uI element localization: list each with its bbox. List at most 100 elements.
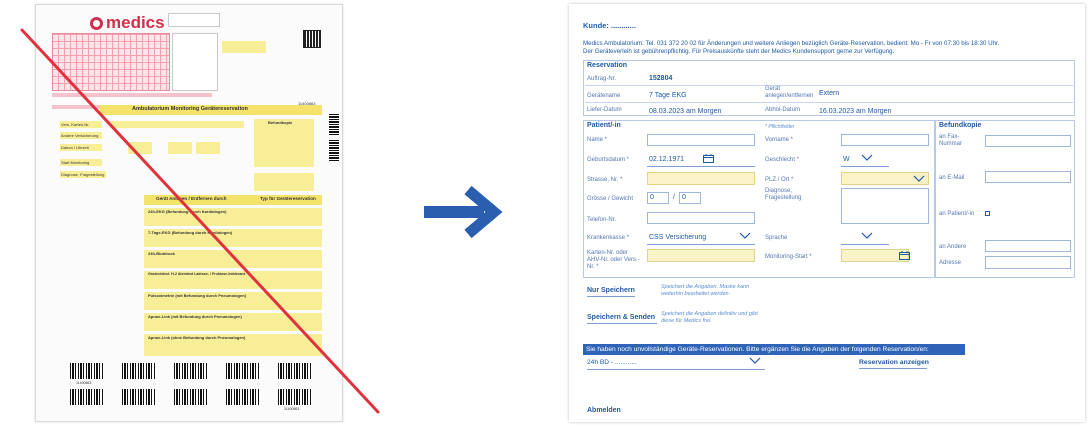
pflicht-hint: * Pflichtfelder	[765, 124, 795, 130]
pending-reservation-select[interactable]: 24h BD - ............	[587, 359, 637, 367]
vorname-label: Vorname *	[765, 137, 794, 143]
geschlecht-label: Geschlecht *	[765, 157, 800, 163]
divider	[585, 85, 1073, 86]
groesse-value: 0	[650, 194, 654, 201]
name-input[interactable]	[647, 134, 755, 146]
nur-speichern-underline	[587, 296, 635, 297]
email-input[interactable]	[985, 171, 1071, 183]
speichern-senden-hint: Speichert die Angaben definitiv und gibt…	[661, 311, 758, 324]
adresse-label: Adresse	[939, 260, 962, 266]
reservation-anzeigen-button[interactable]: Reservation anzeigen	[859, 359, 929, 367]
barcode-icon	[70, 363, 104, 379]
sprache-underline	[841, 244, 889, 245]
paper-device-row-title: Gastrointest. H-2 Atemtest Laktose- / Fr…	[148, 272, 246, 276]
qr-code-icon	[303, 30, 321, 48]
paper-device-row-title: Pulsoximetrie (mit Befundung durch Pneum…	[148, 293, 247, 298]
befundkopie-heading: Befundkopie	[939, 122, 982, 129]
speichern-senden-underline	[587, 323, 657, 324]
liefer-label: Liefer-Datum	[587, 107, 622, 113]
paper-label: Vers. Karten-Nr.	[61, 122, 90, 127]
paper-device-row-title: Apnoe-Link (mit Befundung durch Pneumolo…	[148, 314, 242, 319]
chevron-down-icon[interactable]	[913, 175, 925, 182]
paper-form: medics Ambulatorium Monitoring Geräteres…	[35, 4, 343, 422]
paper-yellow-field	[222, 41, 266, 53]
barcode-icon	[226, 389, 260, 405]
telefon-input[interactable]	[647, 212, 755, 224]
sprache-label: Sprache	[765, 235, 788, 241]
patient-copy-checkbox[interactable]	[985, 211, 990, 216]
paper-label: Start Monitoring	[61, 160, 90, 165]
divider	[585, 102, 1073, 103]
paper-input	[196, 142, 220, 154]
diagnose-textarea[interactable]	[841, 188, 929, 224]
telefon-label: Telefon-Nr.	[587, 217, 617, 223]
paper-logo-text: medics	[106, 13, 165, 32]
paper-label: Andere Versicherung	[61, 133, 99, 138]
paper-label: Datum / Uhrzeit	[61, 145, 89, 150]
email-label: an E-Mail	[939, 175, 965, 181]
nur-speichern-button[interactable]: Nur Speichern	[587, 287, 635, 295]
geraetename-label: Gerätename	[587, 93, 621, 99]
paper-order-number: 11400863	[298, 101, 316, 106]
paper-input	[128, 142, 152, 154]
side-barcode-icon	[329, 139, 339, 161]
geburtsdatum-underline	[647, 166, 755, 167]
auftrag-value: 152804	[649, 75, 673, 82]
barcode-icon	[226, 363, 260, 379]
nur-speichern-hint: Speichert die Angaben. Maske kann weiter…	[661, 284, 750, 297]
info-line-1: Medics Ambulatorium: Tel. 031 372 20 02 …	[583, 40, 1000, 47]
paper-befundkopie	[254, 119, 314, 167]
paper-befundkopie-title: Befundkopie	[268, 120, 293, 125]
barcode-icon	[174, 389, 208, 405]
karten-input[interactable]	[647, 249, 755, 262]
chevron-down-icon[interactable]	[739, 232, 751, 239]
liefer-value: 08.03.2023 am Morgen	[649, 108, 722, 115]
calendar-icon[interactable]	[703, 154, 714, 163]
chevron-down-icon[interactable]	[861, 232, 873, 239]
paper-device-row-title: 24h-Blutdruck	[148, 251, 175, 256]
barcode-icon	[278, 389, 312, 405]
reservation-anzeigen-underline	[859, 368, 927, 369]
geraet-anlegen-label: Gerät anlegen/entfernen	[765, 86, 814, 99]
krankenkasse-underline	[647, 244, 755, 245]
gewicht-value: 0	[682, 194, 686, 201]
chevron-down-icon[interactable]	[861, 154, 873, 161]
strasse-input[interactable]	[647, 172, 755, 185]
paper-title: Ambulatorium Monitoring Gerätereservatio…	[132, 106, 248, 112]
chevron-down-icon[interactable]	[749, 357, 761, 364]
paper-input	[110, 121, 244, 128]
incomplete-warning: Sie haben noch unvollständige Geräte-Res…	[583, 344, 965, 355]
fax-input[interactable]	[985, 135, 1071, 147]
plz-label: PLZ / Ort *	[765, 177, 794, 183]
krankenkasse-value[interactable]: CSS Versicherung	[649, 234, 706, 242]
paper-pink-grid	[52, 33, 170, 91]
paper-header-contact	[224, 13, 250, 27]
geschlecht-underline	[841, 166, 889, 167]
abmelden-button[interactable]: Abmelden	[587, 407, 621, 415]
name-label: Name *	[587, 137, 608, 143]
patient-copy-label: an Patient/-in	[939, 211, 975, 217]
geraetename-value: 7 Tage EKG	[649, 92, 687, 99]
andere-input[interactable]	[985, 240, 1071, 252]
speichern-senden-button[interactable]: Speichern & Senden	[587, 314, 655, 322]
paper-input	[168, 142, 192, 154]
medics-logo-icon	[90, 17, 103, 30]
arrow-right-icon	[424, 186, 503, 238]
paper-device-row-title: 24h-EKG (Befundung durch Kardiologen)	[148, 209, 227, 214]
paper-pink-stripe	[52, 93, 212, 97]
strasse-label: Strasse, Nr. *	[587, 177, 623, 183]
andere-label: an Andere	[939, 244, 967, 250]
patient-heading: Patient/-in	[587, 122, 621, 129]
groesse-slash: /	[673, 194, 675, 201]
geschlecht-value[interactable]: W	[843, 156, 850, 164]
krankenkasse-label: Krankenkasse *	[587, 235, 630, 241]
barcode-icon	[70, 389, 104, 405]
calendar-icon[interactable]	[899, 251, 910, 260]
adresse-input[interactable]	[985, 256, 1071, 269]
info-line-2: Der Geräteverleih ist gebührenpflichtig.…	[583, 48, 895, 55]
paper-label: Diagnose, Fragestellung	[61, 172, 105, 177]
barcode-icon	[122, 363, 156, 379]
monitoring-label: Monitoring-Start *	[765, 254, 812, 260]
geburtsdatum-value[interactable]: 02.12.1971	[649, 156, 684, 164]
vorname-input[interactable]	[841, 134, 929, 146]
